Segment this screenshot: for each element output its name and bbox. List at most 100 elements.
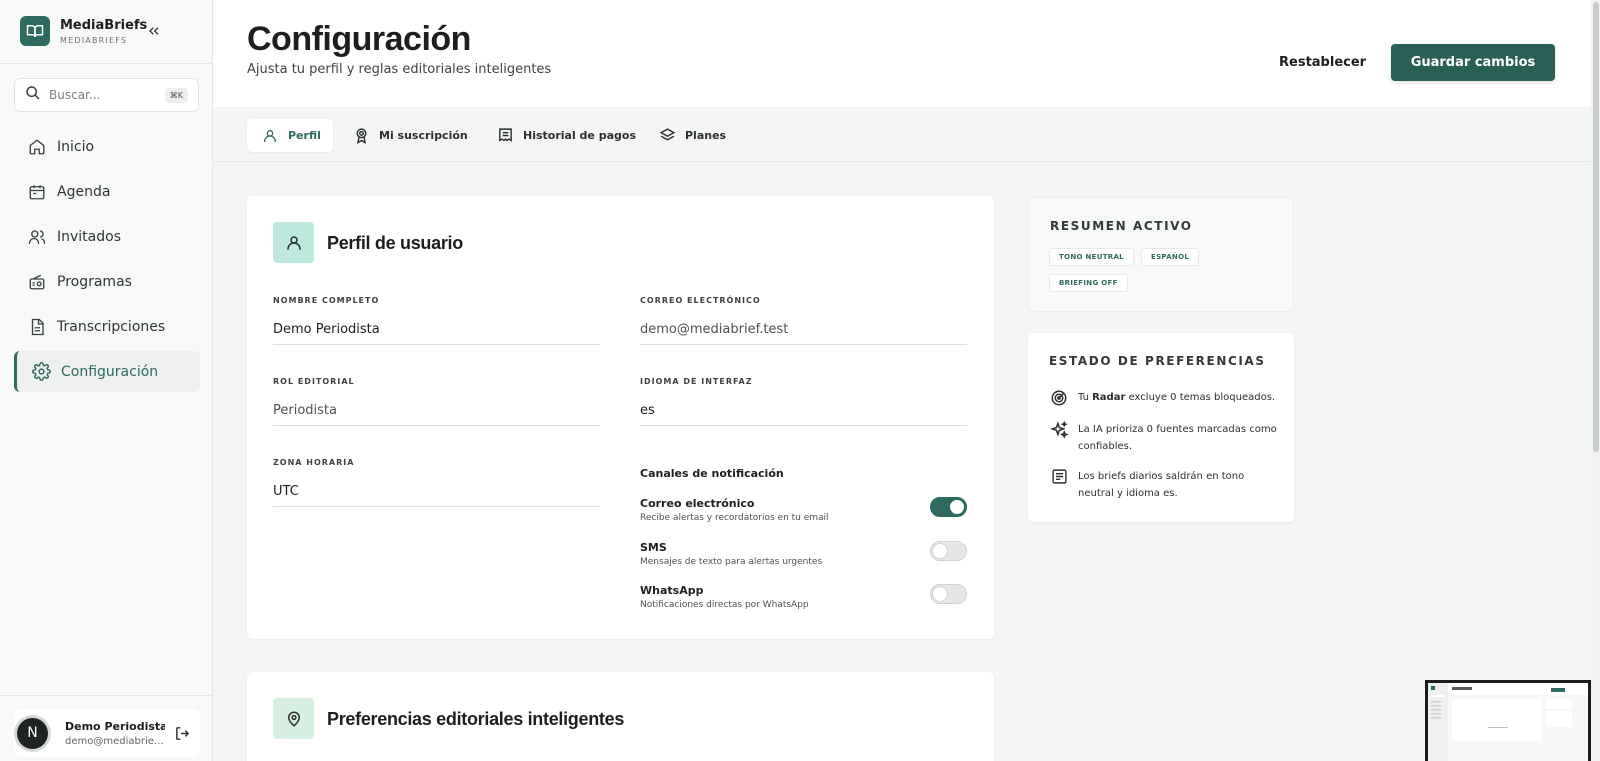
chip-language: ESPAÑOL bbox=[1141, 248, 1200, 266]
sms-toggle[interactable] bbox=[930, 541, 967, 561]
sidebar-divider-bottom bbox=[0, 695, 212, 696]
language-field: IDIOMA DE INTERFAZ bbox=[640, 377, 967, 426]
sidebar-item-label: Transcripciones bbox=[57, 318, 166, 335]
sparkles-icon bbox=[1049, 421, 1069, 441]
page-minimap[interactable] bbox=[1425, 680, 1591, 761]
user-icon bbox=[261, 127, 279, 145]
book-logo-icon bbox=[20, 16, 50, 46]
tab-historial-de-pagos[interactable]: Historial de pagos bbox=[482, 119, 648, 152]
badge-icon bbox=[352, 127, 370, 145]
sidebar-item-configuracion[interactable]: Configuración bbox=[14, 351, 200, 392]
search-shortcut: ⌘K bbox=[164, 87, 188, 103]
email-input[interactable] bbox=[640, 315, 967, 345]
notification-sms: SMS Mensajes de texto para alertas urgen… bbox=[640, 541, 967, 571]
home-icon bbox=[27, 137, 47, 157]
sidebar-item-programas[interactable]: Programas bbox=[14, 261, 200, 302]
page-title: Configuración bbox=[247, 20, 471, 58]
sidebar-item-label: Inicio bbox=[57, 138, 95, 155]
user-email: demo@mediabrief.test bbox=[65, 735, 165, 747]
list-icon bbox=[1049, 468, 1069, 488]
notification-whatsapp: WhatsApp Notificaciones directas por Wha… bbox=[640, 584, 967, 614]
radar-icon bbox=[1049, 389, 1069, 409]
profile-card-title: Perfil de usuario bbox=[327, 233, 463, 253]
sidebar-item-label: Invitados bbox=[57, 228, 121, 245]
email-field: CORREO ELECTRÓNICO bbox=[640, 296, 967, 345]
brain-icon bbox=[273, 698, 314, 739]
state-text: Tu Radar excluye 0 temas bloqueados. bbox=[1078, 392, 1276, 403]
search-box[interactable]: ⌘K bbox=[14, 78, 199, 112]
sidebar-item-label: Programas bbox=[57, 273, 132, 290]
sidebar-item-transcripciones[interactable]: Transcripciones bbox=[14, 306, 200, 347]
reset-button[interactable]: Restablecer bbox=[1265, 44, 1380, 80]
users-icon bbox=[27, 227, 47, 247]
search-icon bbox=[25, 85, 41, 105]
field-label: ZONA HORARIA bbox=[273, 458, 355, 467]
state-row-radar: Tu Radar excluye 0 temas bloqueados. bbox=[1049, 389, 1279, 409]
field-label: IDIOMA DE INTERFAZ bbox=[640, 377, 753, 386]
tab-planes[interactable]: Planes bbox=[644, 119, 738, 152]
document-icon bbox=[27, 317, 47, 337]
brand-name: MediaBriefs bbox=[60, 17, 148, 33]
sidebar-nav: Inicio Agenda Invitados Programas Transc… bbox=[14, 126, 200, 396]
email-toggle[interactable] bbox=[930, 497, 967, 517]
notification-name: SMS bbox=[640, 541, 667, 554]
receipt-icon bbox=[496, 127, 514, 145]
user-name: Demo Periodista bbox=[65, 719, 165, 733]
full-name-input[interactable] bbox=[273, 315, 600, 345]
field-label: CORREO ELECTRÓNICO bbox=[640, 296, 761, 305]
page-header: Configuración Ajusta tu perfil y reglas … bbox=[213, 0, 1591, 107]
tab-perfil[interactable]: Perfil bbox=[247, 119, 333, 152]
user-card[interactable]: N Demo Periodista demo@mediabrief.test bbox=[14, 709, 200, 757]
notification-channels-title: Canales de notificación bbox=[640, 467, 784, 480]
state-row-briefs: Los briefs diarios saldrán en tono neutr… bbox=[1049, 468, 1279, 502]
tab-mi-suscripcion[interactable]: Mi suscripción bbox=[338, 119, 480, 152]
notification-description: Recibe alertas y recordatorios en tu ema… bbox=[640, 513, 829, 523]
brand-subtitle: MEDIABRIEFS bbox=[60, 35, 128, 45]
field-label: NOMBRE COMPLETO bbox=[273, 296, 380, 305]
sidebar-item-invitados[interactable]: Invitados bbox=[14, 216, 200, 257]
notification-description: Notificaciones directas por WhatsApp bbox=[640, 600, 809, 610]
field-label: ROL EDITORIAL bbox=[273, 377, 355, 386]
notification-description: Mensajes de texto para alertas urgentes bbox=[640, 557, 823, 567]
tab-label: Mi suscripción bbox=[379, 129, 468, 142]
layers-icon bbox=[658, 127, 676, 145]
state-text: Los briefs diarios saldrán en tono neutr… bbox=[1078, 471, 1245, 499]
sidebar-item-label: Agenda bbox=[57, 183, 111, 200]
preferences-card-title: Preferencias editoriales inteligentes bbox=[327, 709, 625, 729]
gear-icon bbox=[31, 362, 51, 382]
sidebar: MediaBriefs MEDIABRIEFS ⌘K Inicio Agenda… bbox=[0, 0, 213, 761]
panel-title: RESUMEN ACTIVO bbox=[1050, 219, 1193, 233]
notification-name: WhatsApp bbox=[640, 584, 704, 597]
preferences-state-panel: ESTADO DE PREFERENCIAS Tu Radar excluye … bbox=[1028, 333, 1294, 522]
minimap-preview bbox=[1428, 683, 1588, 761]
calendar-icon bbox=[27, 182, 47, 202]
full-name-field: NOMBRE COMPLETO bbox=[273, 296, 600, 345]
profile-card: Perfil de usuario NOMBRE COMPLETO CORREO… bbox=[247, 196, 994, 639]
sidebar-item-agenda[interactable]: Agenda bbox=[14, 171, 200, 212]
preferences-card: Preferencias editoriales inteligentes bbox=[247, 672, 994, 761]
avatar[interactable]: N bbox=[17, 717, 48, 749]
tab-label: Planes bbox=[685, 129, 727, 142]
sidebar-item-inicio[interactable]: Inicio bbox=[14, 126, 200, 167]
sidebar-divider bbox=[0, 63, 212, 64]
role-input[interactable] bbox=[273, 396, 600, 426]
brand[interactable]: MediaBriefs MEDIABRIEFS bbox=[20, 16, 147, 46]
timezone-input[interactable] bbox=[273, 477, 600, 507]
chip-briefing: BRIEFING OFF bbox=[1049, 274, 1128, 292]
chip-tone: TONO NEUTRAL bbox=[1049, 248, 1134, 266]
active-summary-panel: RESUMEN ACTIVO TONO NEUTRAL ESPAÑOL BRIE… bbox=[1028, 197, 1294, 312]
search-input[interactable] bbox=[49, 88, 159, 102]
scrollbar-thumb[interactable] bbox=[1593, 2, 1599, 452]
tab-label: Historial de pagos bbox=[523, 129, 636, 142]
language-input[interactable] bbox=[640, 396, 967, 426]
whatsapp-toggle[interactable] bbox=[930, 584, 967, 604]
logout-icon[interactable] bbox=[172, 723, 192, 743]
user-icon bbox=[273, 222, 314, 263]
notification-email: Correo electrónico Recibe alertas y reco… bbox=[640, 497, 967, 527]
state-row-sources: La IA prioriza 0 fuentes marcadas como c… bbox=[1049, 421, 1279, 455]
settings-tabs: Perfil Mi suscripción Historial de pagos… bbox=[213, 107, 1591, 162]
timezone-field: ZONA HORARIA bbox=[273, 458, 600, 507]
save-button[interactable]: Guardar cambios bbox=[1391, 44, 1555, 81]
collapse-sidebar-icon[interactable] bbox=[144, 21, 164, 41]
panel-title: ESTADO DE PREFERENCIAS bbox=[1049, 354, 1266, 368]
